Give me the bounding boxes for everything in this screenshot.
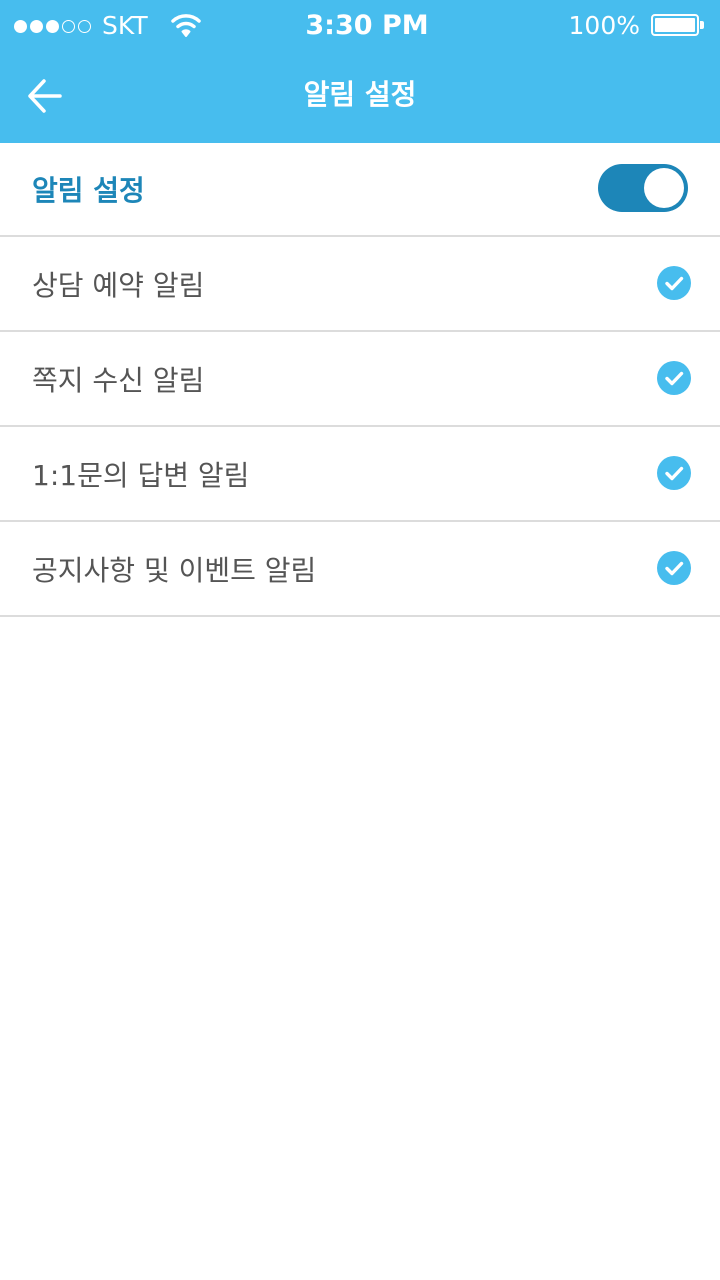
setting-label: 상담 예약 알림 [32, 268, 205, 302]
back-button[interactable] [16, 70, 76, 124]
battery-percentage: 100% [568, 11, 640, 40]
setting-label: 쪽지 수신 알림 [32, 363, 205, 397]
master-notification-toggle[interactable] [598, 164, 688, 212]
settings-row-message-receive[interactable]: 쪽지 수신 알림 [0, 332, 720, 427]
checkmark-circle-icon[interactable] [657, 361, 691, 395]
arrow-left-icon [28, 79, 62, 113]
master-setting-label: 알림 설정 [32, 174, 145, 207]
app-header: SKT 3:30 PM 100% 알림 설정 [0, 0, 720, 143]
checkmark-circle-icon[interactable] [657, 551, 691, 585]
battery-icon [651, 14, 699, 36]
battery-level-fill [655, 18, 695, 32]
checkmark-circle-icon[interactable] [657, 456, 691, 490]
status-bar: SKT 3:30 PM 100% [0, 0, 720, 52]
page-title: 알림 설정 [303, 78, 417, 111]
settings-row-consult-reservation[interactable]: 상담 예약 알림 [0, 237, 720, 332]
nav-bar: 알림 설정 [0, 52, 720, 143]
notification-settings-list: 알림 설정 상담 예약 알림 쪽지 수신 알림 1:1문의 답변 알림 공지사항… [0, 143, 720, 617]
settings-row-master: 알림 설정 [0, 143, 720, 237]
checkmark-circle-icon[interactable] [657, 266, 691, 300]
setting-label: 공지사항 및 이벤트 알림 [32, 553, 317, 587]
battery-tip [700, 21, 704, 29]
toggle-knob [644, 168, 684, 208]
setting-label: 1:1문의 답변 알림 [32, 458, 250, 492]
settings-row-inquiry-answer[interactable]: 1:1문의 답변 알림 [0, 427, 720, 522]
settings-row-notice-event[interactable]: 공지사항 및 이벤트 알림 [0, 522, 720, 617]
